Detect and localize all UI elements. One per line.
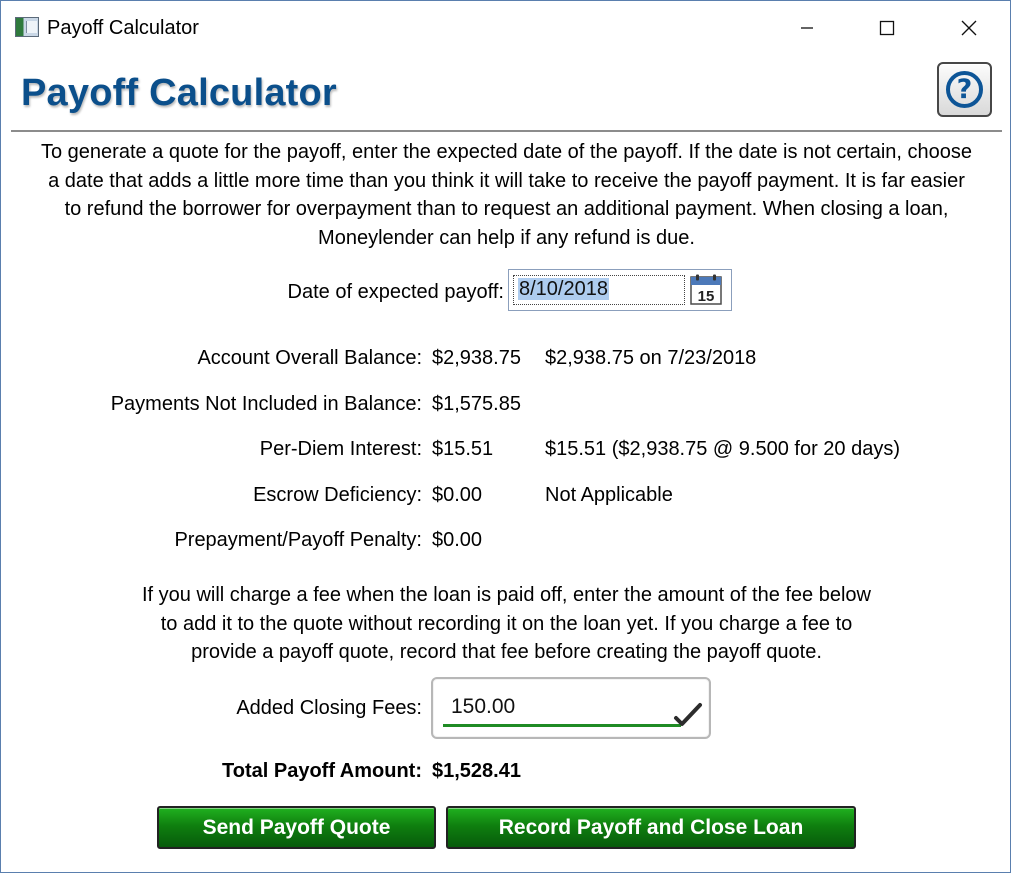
total-payoff-label: Total Payoff Amount: — [222, 760, 422, 782]
payments-not-included-label: Payments Not Included in Balance: — [110, 393, 422, 415]
checkmark-icon — [674, 703, 702, 726]
per-diem-interest-detail: $15.51 ($2,938.75 @ 9.500 for 20 days) — [545, 438, 900, 460]
total-payoff-value: $1,528.41 — [432, 760, 521, 782]
page-title: Payoff Calculator — [21, 72, 337, 114]
question-mark-icon: ? — [946, 71, 983, 108]
intro-line-3: to refund the borrower for overpayment t… — [64, 198, 949, 220]
closing-fees-input-box[interactable]: 150.00 — [431, 677, 711, 739]
send-payoff-quote-button[interactable]: Send Payoff Quote — [157, 806, 436, 849]
account-balance-detail: $2,938.75 on 7/23/2018 — [545, 347, 757, 369]
record-payoff-close-loan-button[interactable]: Record Payoff and Close Loan — [446, 806, 856, 849]
close-icon — [961, 20, 977, 36]
closing-fee-instructions: If you will charge a fee when the loan i… — [11, 581, 1002, 667]
escrow-deficiency-label: Escrow Deficiency: — [253, 484, 422, 506]
payoff-date-label: Date of expected payoff: — [287, 281, 504, 303]
payoff-date-input[interactable]: 8/10/2018 — [513, 275, 685, 305]
payoff-calculator-window: Payoff Calculator Payoff Calculator ? To… — [0, 0, 1011, 873]
selected-date-text: 8/10/2018 — [518, 278, 609, 300]
maximize-icon — [879, 20, 895, 36]
maximize-button[interactable] — [847, 1, 927, 55]
intro-line-2: a date that adds a little more time than… — [48, 169, 965, 192]
closing-fees-input[interactable]: 150.00 — [451, 692, 515, 722]
minimize-button[interactable] — [767, 1, 847, 55]
intro-line-1: To generate a quote for the payoff, ente… — [40, 141, 972, 163]
escrow-deficiency-detail: Not Applicable — [545, 484, 673, 506]
minimize-icon — [801, 27, 813, 29]
help-button[interactable]: ? — [937, 62, 992, 117]
payments-not-included-value: $1,575.85 — [432, 393, 521, 415]
intro-line-4: Moneylender can help if any refund is du… — [318, 226, 695, 249]
payoff-penalty-label: Prepayment/Payoff Penalty: — [174, 529, 422, 551]
escrow-deficiency-value: $0.00 — [432, 484, 483, 506]
fee-note-line-2: to add it to the quote without recording… — [160, 612, 853, 635]
payoff-date-picker[interactable]: 8/10/2018 15 — [508, 269, 732, 311]
calendar-icon: 15 — [690, 274, 722, 305]
fee-note-line-3: provide a payoff quote, record that fee … — [191, 641, 822, 663]
payoff-calculator-app-icon — [15, 17, 39, 37]
per-diem-interest-value: $15.51 — [432, 438, 494, 460]
payoff-instructions: To generate a quote for the payoff, ente… — [11, 138, 1002, 252]
closing-fees-label: Added Closing Fees: — [236, 697, 422, 719]
calendar-button[interactable]: 15 — [687, 274, 725, 306]
payoff-penalty-value: $0.00 — [432, 529, 483, 551]
per-diem-interest-label: Per-Diem Interest: — [259, 438, 422, 460]
close-button[interactable] — [929, 1, 1009, 55]
header-divider — [11, 130, 1002, 132]
fee-note-line-1: If you will charge a fee when the loan i… — [142, 584, 871, 606]
valid-underline — [443, 724, 681, 727]
account-balance-label: Account Overall Balance: — [197, 347, 422, 369]
account-balance-value: $2,938.75 — [432, 347, 521, 369]
title-bar[interactable]: Payoff Calculator — [1, 1, 1010, 55]
window-title: Payoff Calculator — [47, 17, 199, 39]
calendar-day-number: 15 — [698, 288, 715, 305]
